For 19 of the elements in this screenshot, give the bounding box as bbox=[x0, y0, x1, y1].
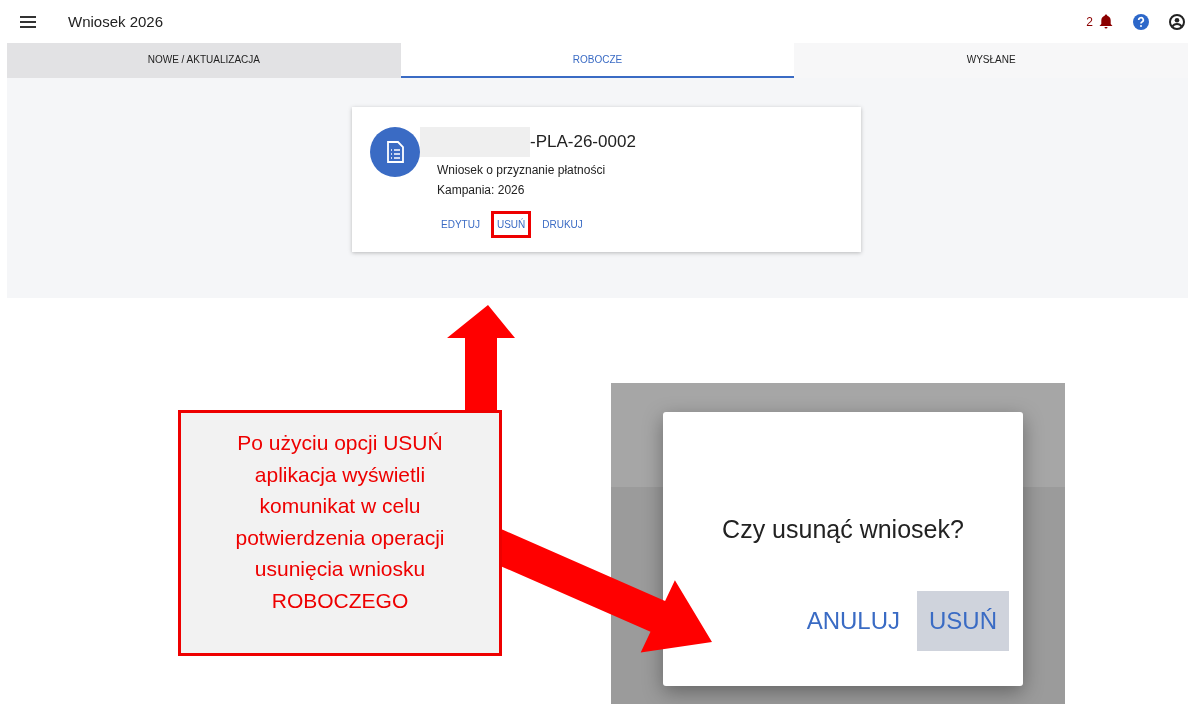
application-description: Wniosek o przyznanie płatności bbox=[437, 163, 607, 177]
card-action-link[interactable]: EDYTUJ bbox=[435, 211, 486, 238]
application-number: -PLA-26-0002 bbox=[530, 132, 636, 152]
dialog-message: Czy usunąć wniosek? bbox=[722, 515, 964, 544]
help-icon[interactable] bbox=[1133, 13, 1149, 30]
annotation-callout: Po użyciu opcji USUŃ aplikacja wyświetli komunikat w celu potwierdzenia operacji usunięcia wniosku ROBOCZEGO bbox=[178, 410, 502, 656]
card-action-link[interactable]: DRUKUJ bbox=[536, 211, 589, 238]
notification-count: 2 bbox=[1086, 14, 1093, 29]
account-icon[interactable] bbox=[1169, 13, 1185, 30]
card-action-link[interactable]: USUŃ bbox=[490, 211, 532, 238]
tab[interactable]: NOWE / AKTUALIZACJA bbox=[7, 43, 401, 78]
bell-icon[interactable] bbox=[1099, 14, 1113, 29]
tab[interactable]: WYSŁANE bbox=[794, 43, 1188, 78]
menu-icon[interactable] bbox=[20, 15, 36, 28]
document-icon bbox=[370, 127, 420, 177]
dialog-button[interactable]: USUŃ bbox=[917, 591, 1009, 651]
campaign-label: Kampania: 2026 bbox=[437, 183, 526, 197]
dialog-button[interactable]: ANULUJ bbox=[794, 591, 912, 651]
app-title: Wniosek 2026 bbox=[68, 13, 164, 30]
